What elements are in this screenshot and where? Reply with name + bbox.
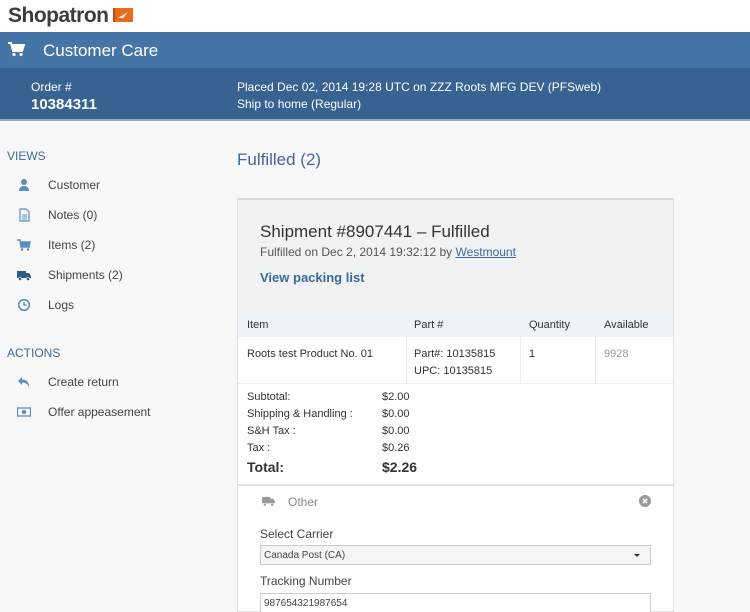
- fulfilled-date: Fulfilled on Dec 2, 2014 19:32:12 by: [260, 245, 456, 259]
- column-header-item: Item: [247, 319, 269, 331]
- tax-value: $0.26: [382, 442, 410, 454]
- cart-icon: [17, 239, 31, 251]
- action-label: Create return: [48, 375, 119, 389]
- clock-icon: [17, 298, 31, 312]
- carrier-section-label: Other: [288, 495, 319, 509]
- shipping-value: $0.00: [382, 408, 410, 420]
- chevron-down-icon: [634, 554, 640, 557]
- document-icon: [19, 208, 30, 222]
- table-row: Roots test Product No. 01 Part#: 1013581…: [238, 337, 673, 384]
- close-icon[interactable]: [639, 495, 651, 507]
- action-create-return[interactable]: Create return: [0, 370, 220, 394]
- sidebar-item-label: Items (2): [48, 238, 96, 252]
- sidebar-item-shipments[interactable]: Shipments (2): [0, 263, 220, 287]
- view-packing-list-link[interactable]: View packing list: [260, 270, 365, 285]
- views-heading: VIEWS: [7, 149, 46, 163]
- fulfilled-by-link[interactable]: Westmount: [455, 245, 515, 259]
- truck-icon: [17, 271, 31, 281]
- fulfilled-heading: Fulfilled (2): [237, 150, 322, 169]
- tracking-number-label: Tracking Number: [260, 574, 352, 588]
- money-icon: [17, 407, 31, 417]
- tracking-number-value: 987654321987654: [264, 598, 348, 609]
- action-label: Offer appeasement: [48, 405, 151, 419]
- app-title: Customer Care: [43, 41, 159, 60]
- item-name: Roots test Product No. 01: [247, 348, 373, 360]
- sidebar-item-label: Logs: [48, 298, 75, 312]
- items-table-header: Item Part # Quantity Available: [238, 313, 673, 337]
- cart-icon: [8, 42, 25, 57]
- order-label: Order #: [31, 80, 72, 94]
- action-offer-appeasement[interactable]: Offer appeasement: [0, 400, 220, 424]
- flag-icon: [112, 8, 133, 22]
- ship-method: Ship to home (Regular): [237, 97, 362, 111]
- sh-tax-label: S&H Tax :: [247, 425, 296, 437]
- carrier-select[interactable]: Canada Post (CA): [260, 545, 651, 565]
- logo-text: Shopatron: [8, 4, 109, 27]
- subtotal-label: Subtotal:: [247, 391, 291, 403]
- fulfilled-info: Fulfilled on Dec 2, 2014 19:32:12 by Wes…: [260, 245, 516, 259]
- shipment-header: Shipment #8907441 – Fulfilled Fulfilled …: [238, 200, 673, 313]
- sidebar-item-label: Shipments (2): [48, 268, 123, 282]
- part-number: Part#: 10135815: [414, 348, 496, 360]
- sidebar-item-label: Notes (0): [48, 208, 98, 222]
- part-number-cell: Part#: 10135815 UPC: 10135815: [414, 346, 495, 380]
- column-header-quantity: Quantity: [529, 319, 570, 331]
- sh-tax-value: $0.00: [382, 425, 410, 437]
- tracking-number-input[interactable]: 987654321987654: [260, 593, 651, 612]
- sidebar: VIEWS Customer Notes (0) Items (2) Shipm…: [0, 121, 225, 612]
- user-icon: [19, 179, 29, 191]
- column-header-available: Available: [604, 319, 649, 331]
- carrier-select-value: Canada Post (CA): [264, 550, 346, 561]
- select-carrier-label: Select Carrier: [260, 527, 334, 541]
- shipment-card: Shipment #8907441 – Fulfilled Fulfilled …: [237, 198, 674, 612]
- truck-icon: [262, 496, 275, 507]
- shipping-label: Shipping & Handling :: [247, 408, 353, 420]
- sidebar-item-logs[interactable]: Logs: [0, 293, 220, 317]
- column-divider: [406, 337, 407, 383]
- actions-heading: ACTIONS: [7, 346, 61, 360]
- sidebar-item-customer[interactable]: Customer: [0, 173, 220, 197]
- sidebar-item-items[interactable]: Items (2): [0, 233, 220, 257]
- reply-icon: [18, 377, 29, 387]
- order-summary-bar: Order # 10384311 Placed Dec 02, 2014 19:…: [0, 68, 750, 121]
- upc-number: UPC: 10135815: [414, 365, 493, 377]
- order-totals: Subtotal: $2.00 Shipping & Handling : $0…: [238, 384, 673, 486]
- order-placed-info: Placed Dec 02, 2014 19:28 UTC on ZZZ Roo…: [237, 80, 602, 94]
- available: 9928: [604, 348, 629, 360]
- column-divider: [595, 337, 596, 383]
- order-number: 10384311: [31, 96, 97, 113]
- tax-label: Tax :: [247, 442, 271, 454]
- total-value: $2.26: [382, 459, 418, 475]
- subtotal-value: $2.00: [382, 391, 410, 403]
- shipment-title: Shipment #8907441 – Fulfilled: [260, 222, 490, 241]
- total-label: Total:: [247, 459, 285, 475]
- top-bar: Shopatron: [0, 0, 750, 32]
- sidebar-item-notes[interactable]: Notes (0): [0, 203, 220, 227]
- column-divider: [520, 337, 521, 383]
- app-bar: Customer Care: [0, 32, 750, 68]
- sidebar-item-label: Customer: [48, 178, 101, 192]
- column-header-part: Part #: [414, 319, 444, 331]
- carrier-section-header: Other: [238, 488, 673, 516]
- quantity: 1: [529, 348, 536, 360]
- shopatron-logo[interactable]: Shopatron: [8, 4, 133, 28]
